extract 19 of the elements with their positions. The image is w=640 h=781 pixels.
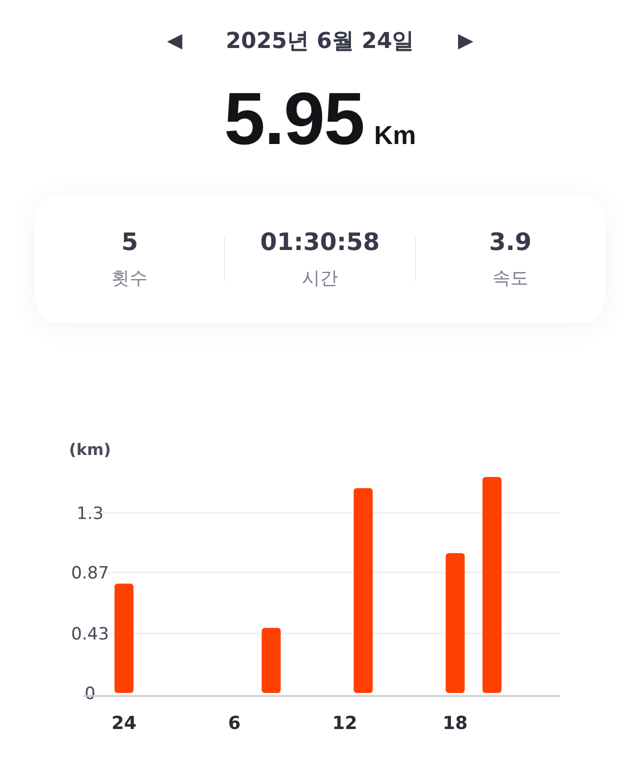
stat-label: 횟수 xyxy=(112,267,148,290)
total-distance: 5.95 xyxy=(224,76,364,161)
tick-label: 1.3 xyxy=(76,504,104,524)
stat-value: 01:30:58 xyxy=(260,228,380,256)
tick-label: 24 xyxy=(111,713,137,734)
tick-label: 0.87 xyxy=(71,564,109,584)
tick-label: 12 xyxy=(332,713,358,734)
previous-button[interactable]: ◀ xyxy=(166,31,182,51)
stat-label: 시간 xyxy=(302,267,338,290)
next-button[interactable]: ▶ xyxy=(458,31,474,51)
stat-value: 3.9 xyxy=(489,228,532,256)
stat-label: 속도 xyxy=(492,267,528,290)
tick-label: 18 xyxy=(442,713,468,734)
tick-label: 0.43 xyxy=(71,624,109,644)
stat-value: 5 xyxy=(121,228,138,256)
distance-unit: Km xyxy=(374,120,416,151)
tick-label: 6 xyxy=(228,713,241,734)
date-title: 2025년 6월 24일 xyxy=(226,28,414,56)
axis-label: (km) xyxy=(69,440,111,459)
